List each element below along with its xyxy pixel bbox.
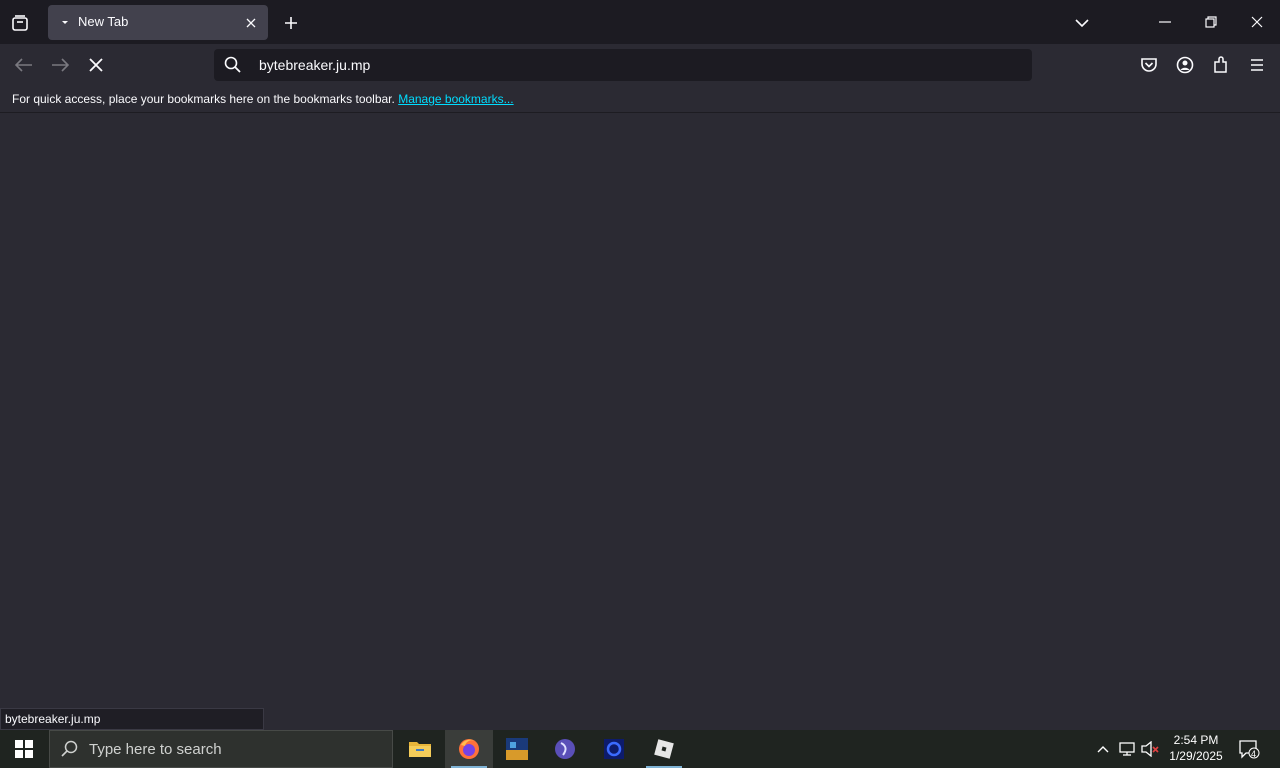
blue-app-icon[interactable] xyxy=(590,730,638,768)
bookmarks-message: For quick access, place your bookmarks h… xyxy=(12,92,395,106)
notifications-icon[interactable]: 4 xyxy=(1234,730,1264,768)
roblox-icon[interactable] xyxy=(640,730,688,768)
system-clock[interactable]: 2:54 PM 1/29/2025 xyxy=(1164,732,1228,766)
windows-start-icon[interactable] xyxy=(0,730,48,768)
tab-close-icon[interactable] xyxy=(240,12,262,34)
firefox-taskbar-icon[interactable] xyxy=(445,730,493,768)
status-panel: bytebreaker.ju.mp xyxy=(0,708,264,730)
volume-muted-icon[interactable] xyxy=(1140,730,1162,768)
url-bar[interactable]: bytebreaker.ju.mp xyxy=(214,49,1032,81)
search-icon xyxy=(224,56,244,74)
tab-new-tab[interactable]: New Tab xyxy=(48,5,268,40)
list-all-tabs-chevron-icon[interactable] xyxy=(1070,11,1094,35)
account-icon[interactable] xyxy=(1169,49,1201,81)
forward-arrow-icon[interactable] xyxy=(44,49,76,81)
hamburger-menu-icon[interactable] xyxy=(1241,49,1273,81)
url-text[interactable]: bytebreaker.ju.mp xyxy=(259,57,370,73)
clock-date: 1/29/2025 xyxy=(1169,749,1223,763)
pocket-icon[interactable] xyxy=(1133,49,1165,81)
new-tab-plus-icon[interactable] xyxy=(279,11,303,35)
taskbar-search-box[interactable]: Type here to search xyxy=(49,730,393,768)
taskbar-search-placeholder: Type here to search xyxy=(89,741,222,758)
restore-window-icon[interactable] xyxy=(1194,8,1228,36)
browser-app-icon[interactable] xyxy=(541,730,589,768)
navigation-toolbar: bytebreaker.ju.mp xyxy=(0,44,1280,86)
manage-bookmarks-link[interactable]: Manage bookmarks... xyxy=(398,92,513,106)
firefox-view-icon[interactable] xyxy=(8,11,32,35)
close-window-icon[interactable] xyxy=(1240,8,1274,36)
network-icon[interactable] xyxy=(1116,730,1138,768)
file-explorer-icon[interactable] xyxy=(396,730,444,768)
notification-count: 4 xyxy=(1251,749,1257,759)
stop-loading-icon[interactable] xyxy=(80,49,112,81)
minimize-window-icon[interactable] xyxy=(1148,8,1182,36)
extensions-icon[interactable] xyxy=(1205,49,1237,81)
search-icon xyxy=(61,740,81,760)
page-content-area xyxy=(0,114,1280,730)
loading-icon xyxy=(60,18,70,28)
clock-time: 2:54 PM xyxy=(1173,733,1219,747)
windows-taskbar: Type here to search 2:54 PM 1/29/2025 4 xyxy=(0,730,1280,768)
bookmarks-toolbar: For quick access, place your bookmarks h… xyxy=(0,86,1280,113)
show-hidden-icons-chevron-icon[interactable] xyxy=(1094,730,1112,768)
tab-title: New Tab xyxy=(78,14,129,29)
tab-strip: New Tab xyxy=(0,0,1280,44)
game-app-icon[interactable] xyxy=(493,730,541,768)
back-arrow-icon[interactable] xyxy=(8,49,40,81)
